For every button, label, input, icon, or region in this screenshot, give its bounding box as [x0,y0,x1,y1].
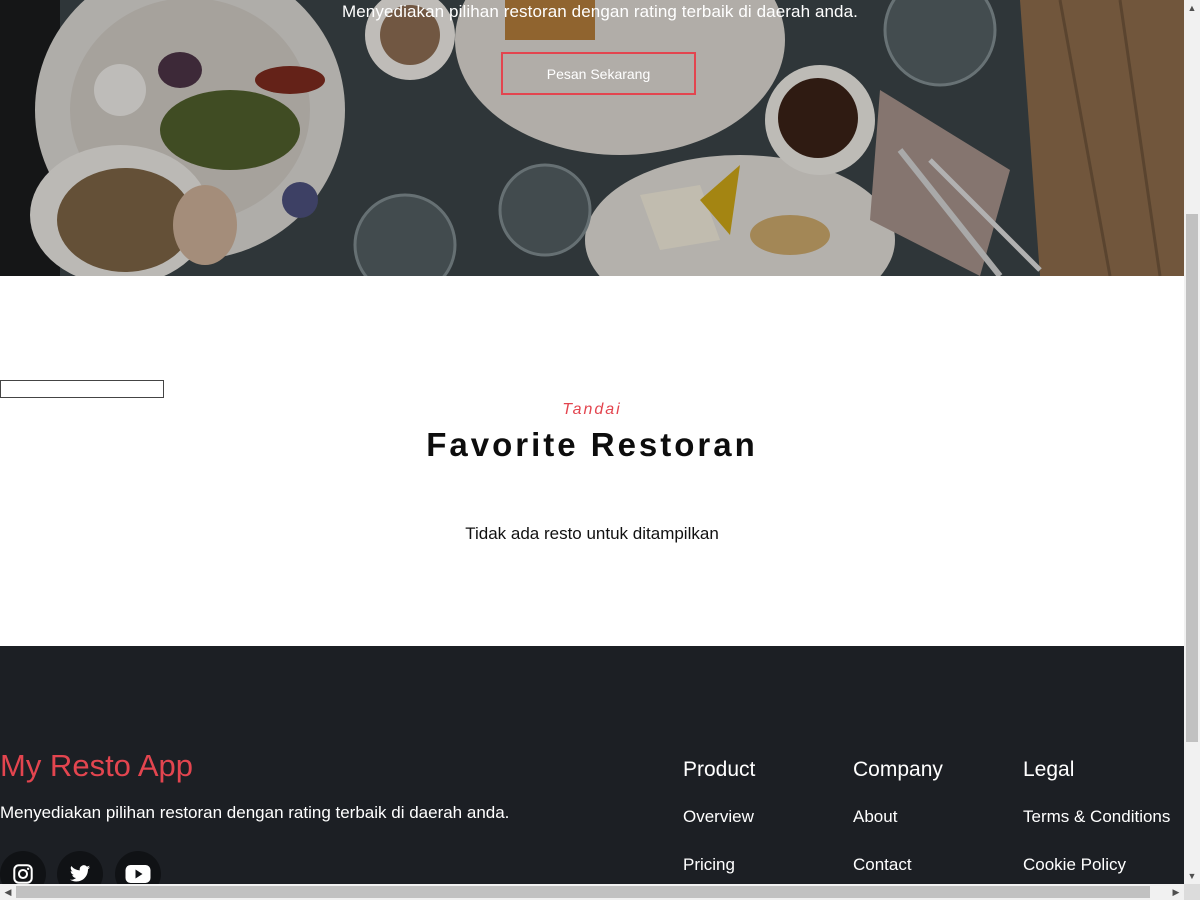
footer: My Resto App Menyediakan pilihan restora… [0,646,1184,897]
scrollbar-corner [1184,884,1200,900]
instagram-icon [13,864,33,884]
youtube-icon [125,865,151,883]
footer-link-overview[interactable]: Overview [683,807,754,827]
horizontal-scroll-thumb[interactable] [16,886,1150,898]
hero-food-image [0,0,1184,276]
empty-state-message: Tidak ada resto untuk ditampilkan [465,524,719,543]
scroll-left-arrow-icon[interactable]: ◀ [0,884,16,900]
scroll-up-arrow-icon[interactable]: ▲ [1184,0,1200,16]
hero-tagline: Menyediakan pilihan restoran dengan rati… [341,2,858,21]
footer-column-legal: Legal Terms & Conditions Cookie Policy [1023,758,1170,874]
vertical-scroll-thumb[interactable] [1186,214,1198,742]
footer-link-contact[interactable]: Contact [853,855,912,875]
order-now-button[interactable]: Pesan Sekarang [501,52,696,95]
footer-column-title: Product [683,758,756,781]
footer-link-pricing[interactable]: Pricing [683,855,735,875]
footer-column-title: Legal [1023,758,1075,781]
footer-description: Menyediakan pilihan restoran dengan rati… [0,803,510,822]
footer-column-title: Company [853,758,943,781]
hero-section: Menyediakan pilihan restoran dengan rati… [0,0,1184,276]
footer-link-cookie-policy[interactable]: Cookie Policy [1023,855,1126,875]
twitter-icon [69,865,91,882]
footer-link-terms[interactable]: Terms & Conditions [1023,807,1170,827]
horizontal-scrollbar[interactable]: ◀ ▶ [0,884,1184,900]
footer-column-product: Product Overview Pricing [683,758,756,874]
vertical-scrollbar[interactable]: ▲ ▼ [1184,0,1200,884]
page-title: Favorite Restoran [426,426,758,463]
section-subtitle: Tandai [562,401,622,418]
scroll-down-arrow-icon[interactable]: ▼ [1184,868,1200,884]
scroll-right-arrow-icon[interactable]: ▶ [1168,884,1184,900]
footer-brand[interactable]: My Resto App [0,748,193,784]
footer-link-about[interactable]: About [853,807,897,827]
footer-column-company: Company About Contact [853,758,943,874]
search-input[interactable] [0,380,164,398]
